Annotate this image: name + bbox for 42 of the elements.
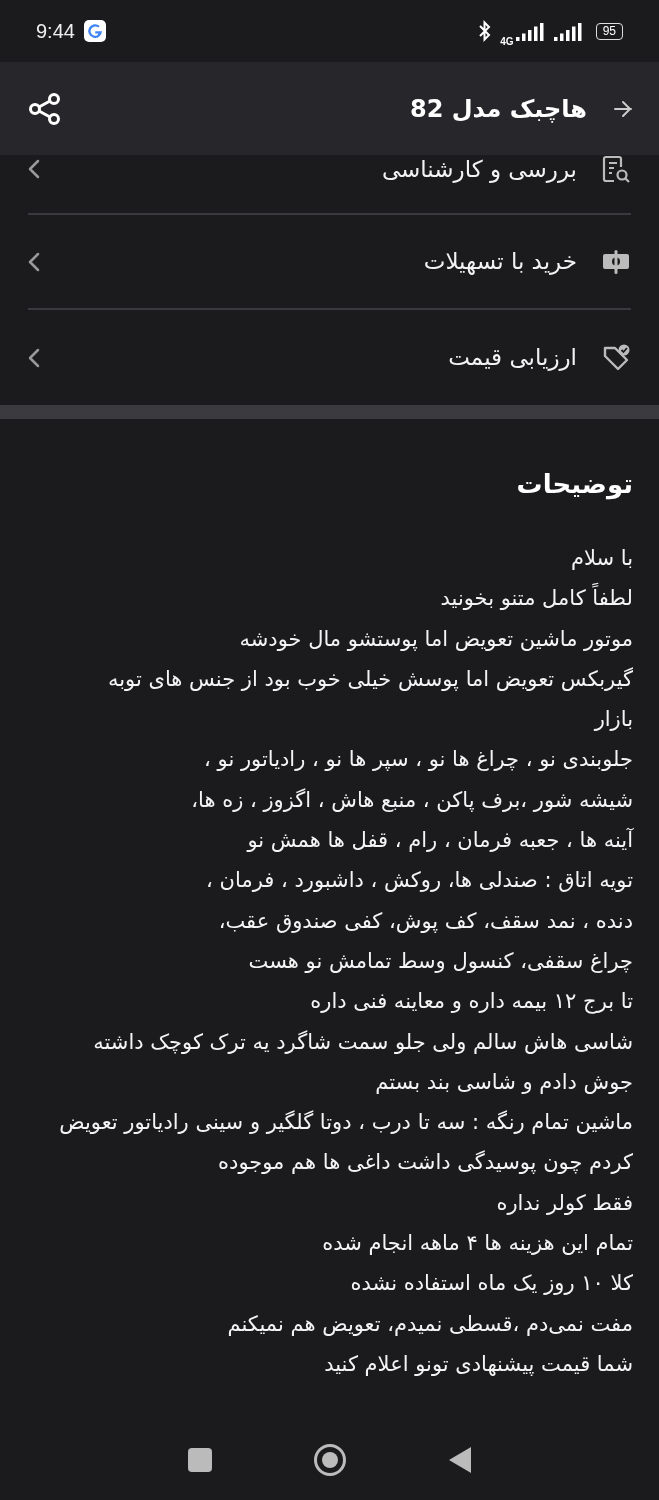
google-icon: [82, 19, 107, 43]
description-line: تمام این هزینه ها ۴ ماهه انجام شده: [321, 1230, 633, 1258]
description-line: شیشه شور ،برف پاکن ، منبع هاش ، اگزوز ، زه ها،: [190, 786, 633, 814]
chevron-icon: [28, 347, 40, 368]
description-line: چراغ سقفی، کنسول وسط تمامش نو هست: [247, 947, 633, 975]
description-line: دنده ، نمد سقف، کف پوش، کفی صندوق عقب،: [217, 907, 633, 935]
home-button[interactable]: [312, 1443, 347, 1477]
description-line: شاسی هاش سالم ولی جلو سمت شاگرد یه ترک کوچک داشته: [92, 1028, 633, 1056]
network-label: 4G: [500, 34, 514, 49]
description-line: کردم چون پوسیدگی داشت داغی ها هم موجوده: [217, 1149, 633, 1177]
description-line: جلوبندی نو ، چراغ ها نو ، سپر ها نو ، رادیاتور نو ،: [203, 746, 633, 774]
description-line: گیربکس تعویض اما پوسش خیلی خوب بود از جنس های توبه: [106, 665, 633, 693]
signal-icon: [553, 21, 584, 41]
description-line: فقط کولر نداره: [495, 1189, 633, 1217]
chevron-icon: [28, 159, 40, 179]
description-line: تا برج ۱۲ بیمه داره و معاینه فنی داره: [309, 988, 633, 1016]
menu-item[interactable]: خرید با تسهیلات: [28, 215, 631, 310]
description-line: ماشین تمام رنگه : سه تا درب ، دوتا گلگیر و سینی رادیاتور تعویض: [58, 1109, 633, 1137]
status-time: 9:44: [36, 19, 75, 44]
description-line: آینه ها ، جعبه فرمان ، رام ، قفل ها همش نو: [245, 827, 633, 855]
description-line: بازار: [593, 706, 633, 734]
chevron-icon: [28, 251, 40, 272]
tag-check-icon: [601, 342, 631, 373]
description-line: مفت نمی‌دم ،قسطی نمیدم، تعویض هم نمیکنم: [226, 1310, 633, 1338]
share-button[interactable]: [28, 91, 62, 126]
battery-icon: 95: [595, 22, 623, 40]
description-line: شما قیمت پیشنهادی تونو اعلام کنید: [323, 1350, 633, 1378]
recents-button[interactable]: [186, 1447, 213, 1473]
description-line: موتور ماشین تعویض اما پوستشو مال خودشه: [238, 625, 633, 653]
description-line: جوش دادم و شاسی بند بستم: [374, 1068, 633, 1096]
bluetooth-icon: [478, 20, 493, 42]
description-line: لطفاً کامل متنو بخونید: [26, 578, 633, 619]
page-title: هاچبک مدل 82: [410, 93, 587, 125]
menu-item[interactable]: ارزیابی قیمت: [28, 310, 631, 405]
document-search-icon: [601, 154, 631, 184]
description-line: کلا ۱۰ روز یک ماه استفاده نشده: [349, 1270, 633, 1298]
menu-item[interactable]: بررسی و کارشناسی: [28, 155, 631, 215]
description-line: تویه اتاق : صندلی ها، روکش ، داشبورد ، فرمان ،: [205, 867, 633, 895]
description-line: با سلام: [569, 545, 633, 572]
signal-icon: [515, 21, 546, 41]
share-icon: [28, 91, 62, 126]
section-title: توضیحات: [515, 468, 633, 502]
